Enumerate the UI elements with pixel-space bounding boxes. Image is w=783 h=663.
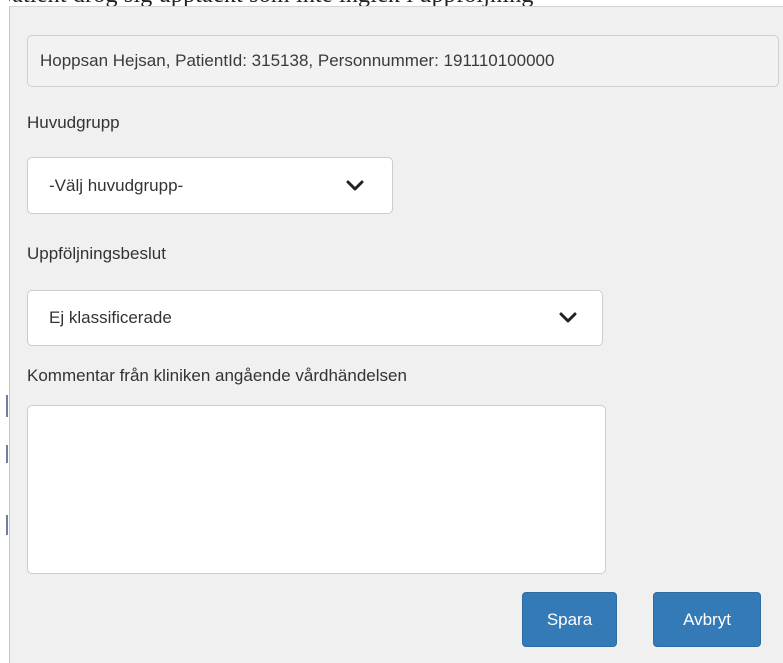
background-page-edge (0, 0, 9, 663)
edge-mark (6, 395, 8, 417)
patient-info-field: Hoppsan Hejsan, PatientId: 315138, Perso… (27, 35, 779, 87)
huvudgrupp-select[interactable]: -Välj huvudgrupp- (27, 157, 393, 214)
page: patient drog sig upptäckt som inte ingic… (0, 0, 783, 663)
huvudgrupp-label: Huvudgrupp (27, 113, 120, 132)
kommentar-label: Kommentar från kliniken angående vårdhän… (27, 366, 407, 385)
edge-mark (6, 515, 8, 535)
huvudgrupp-selected-value: -Välj huvudgrupp- (49, 176, 184, 195)
kommentar-textarea[interactable] (27, 405, 606, 574)
uppfoljningsbeslut-label: Uppföljningsbeslut (27, 244, 166, 263)
uppfoljningsbeslut-select[interactable]: Ej klassificerade (27, 290, 603, 346)
edge-mark (6, 445, 8, 463)
save-button[interactable]: Spara (522, 592, 617, 647)
uppfoljningsbeslut-selected-value: Ej klassificerade (49, 308, 172, 327)
followup-dialog: Hoppsan Hejsan, PatientId: 315138, Perso… (9, 6, 783, 663)
chevron-down-icon (346, 180, 364, 190)
cancel-button[interactable]: Avbryt (653, 592, 761, 647)
chevron-down-icon (559, 312, 577, 323)
